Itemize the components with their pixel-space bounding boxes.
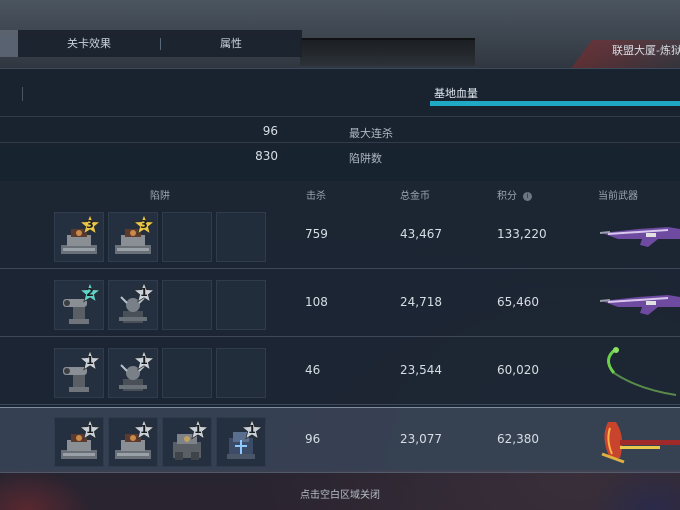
table-row: 3 3 759 43,467 133,220 bbox=[0, 203, 680, 269]
tab-attributes[interactable]: 属性 bbox=[160, 30, 302, 57]
header-score: 积分 i bbox=[497, 187, 532, 202]
table-header: 陷阱 击杀 总金币 积分 i 当前武器 bbox=[0, 181, 680, 203]
summary-divider bbox=[22, 87, 23, 101]
trap-count-value: 830 bbox=[255, 149, 278, 163]
cell-gold: 23,544 bbox=[400, 363, 442, 377]
cell-score: 133,220 bbox=[497, 227, 547, 241]
results-panel: 基地血量 96 最大连杀 830 陷阱数 陷阱 击杀 总金币 积分 i 当前武器 … bbox=[0, 68, 680, 473]
purple-rifle-icon bbox=[599, 295, 680, 315]
trap-slot: 3 bbox=[54, 212, 104, 262]
cell-gold: 43,467 bbox=[400, 227, 442, 241]
trap-count-label: 陷阱数 bbox=[349, 152, 382, 165]
trap-level: 1 bbox=[248, 423, 256, 436]
trap-slot: 1 bbox=[108, 280, 158, 330]
base-hp-bar bbox=[430, 101, 680, 106]
trap-slot: 1 bbox=[162, 417, 212, 467]
max-streak-label: 最大连杀 bbox=[349, 127, 393, 140]
table-row: 1 1 1 1 96 23,077 62,380 bbox=[0, 407, 680, 473]
green-scythe-icon bbox=[607, 347, 677, 396]
header-gold: 总金币 bbox=[400, 191, 430, 202]
background-building bbox=[300, 38, 475, 66]
red-blade-icon bbox=[601, 422, 680, 464]
max-streak-value: 96 bbox=[262, 124, 278, 138]
summary-line bbox=[0, 142, 680, 143]
location-title: 联盟大厦-炼狱 bbox=[612, 44, 680, 57]
header-traps: 陷阱 bbox=[150, 191, 170, 202]
purple-rifle-icon bbox=[599, 227, 680, 247]
summary-line bbox=[0, 116, 680, 117]
trap-level: 1 bbox=[86, 354, 94, 367]
trap-slot-empty bbox=[162, 212, 212, 262]
base-hp-fill bbox=[430, 101, 680, 106]
trap-level: 1 bbox=[140, 423, 148, 436]
trap-level: 1 bbox=[140, 354, 148, 367]
cell-kills: 759 bbox=[305, 227, 328, 241]
trap-level: 2 bbox=[86, 286, 94, 299]
tab-bar-edge bbox=[0, 30, 18, 57]
trap-level: 3 bbox=[140, 218, 148, 231]
trap-slot-empty bbox=[216, 348, 266, 398]
trap-level: 1 bbox=[194, 423, 202, 436]
cell-kills: 96 bbox=[305, 432, 321, 446]
tab-level-effects[interactable]: 关卡效果 bbox=[18, 30, 160, 57]
trap-level: 1 bbox=[140, 286, 148, 299]
info-icon[interactable]: i bbox=[523, 192, 532, 201]
trap-slot: 1 bbox=[108, 348, 158, 398]
summary-section: 基地血量 96 最大连杀 830 陷阱数 bbox=[0, 69, 680, 181]
trap-slot: 1 bbox=[54, 348, 104, 398]
trap-level: 1 bbox=[86, 423, 94, 436]
trap-slot-empty bbox=[216, 212, 266, 262]
close-hint[interactable]: 点击空白区域关闭 bbox=[0, 486, 680, 501]
cell-gold: 23,077 bbox=[400, 432, 442, 446]
base-hp-label: 基地血量 bbox=[434, 87, 478, 100]
trap-slot: 2 bbox=[54, 280, 104, 330]
table-row: 1 1 46 23,544 60,020 bbox=[0, 339, 680, 405]
header-kills: 击杀 bbox=[306, 191, 326, 202]
trap-slot: 3 bbox=[108, 212, 158, 262]
trap-slot-empty bbox=[216, 280, 266, 330]
header-score-label: 积分 bbox=[497, 191, 517, 202]
trap-slot: 1 bbox=[108, 417, 158, 467]
cell-score: 65,460 bbox=[497, 295, 539, 309]
cell-score: 60,020 bbox=[497, 363, 539, 377]
trap-slot: 1 bbox=[54, 417, 104, 467]
cell-kills: 108 bbox=[305, 295, 328, 309]
cell-gold: 24,718 bbox=[400, 295, 442, 309]
cell-kills: 46 bbox=[305, 363, 321, 377]
cell-score: 62,380 bbox=[497, 432, 539, 446]
table-row: 2 1 108 24,718 65,460 bbox=[0, 271, 680, 337]
trap-level: 3 bbox=[86, 218, 94, 231]
tab-bar: 关卡效果 属性 bbox=[0, 30, 302, 57]
trap-slot: 1 bbox=[216, 417, 266, 467]
trap-slot-empty bbox=[162, 348, 212, 398]
header-weapon: 当前武器 bbox=[598, 191, 638, 202]
trap-slot-empty bbox=[162, 280, 212, 330]
